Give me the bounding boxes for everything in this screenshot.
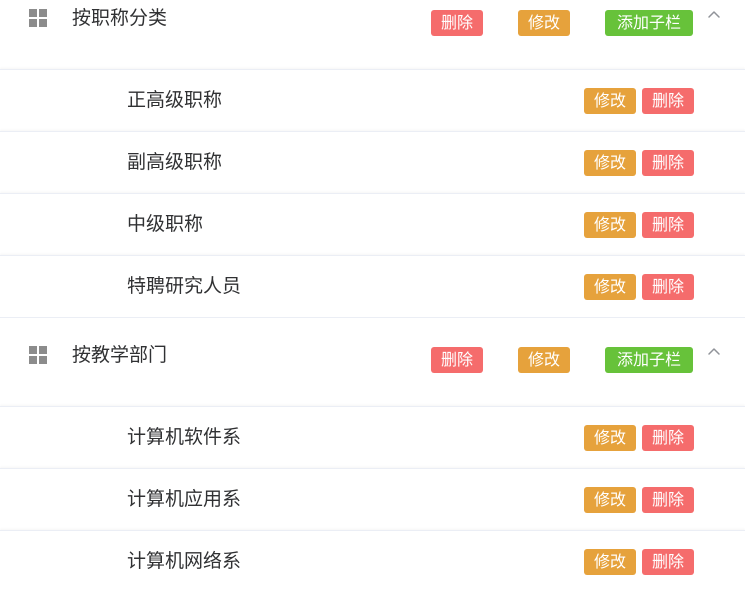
chevron-up-icon[interactable] [707, 346, 721, 356]
edit-child-button[interactable]: 修改 [584, 487, 636, 513]
delete-child-button[interactable]: 删除 [642, 212, 694, 238]
delete-group-button[interactable]: 删除 [431, 10, 483, 36]
group-title: 按教学部门 [72, 344, 168, 366]
add-child-button[interactable]: 添加子栏 [605, 10, 693, 36]
grid-icon [29, 346, 47, 364]
child-label: 计算机网络系 [127, 550, 242, 572]
edit-group-button[interactable]: 修改 [518, 347, 570, 373]
child-label: 计算机应用系 [127, 488, 242, 510]
delete-child-button[interactable]: 删除 [642, 487, 694, 513]
child-label: 副高级职称 [127, 151, 223, 173]
edit-child-button[interactable]: 修改 [584, 150, 636, 176]
edit-child-button[interactable]: 修改 [584, 212, 636, 238]
group-header[interactable]: 按教学部门 删除 修改 添加子栏 [0, 317, 745, 406]
group-title: 按职称分类 [72, 7, 168, 29]
chevron-up-icon[interactable] [707, 9, 721, 19]
child-label: 正高级职称 [127, 89, 223, 111]
delete-child-button[interactable]: 删除 [642, 425, 694, 451]
edit-child-button[interactable]: 修改 [584, 425, 636, 451]
child-label: 特聘研究人员 [127, 275, 242, 297]
list-item: 正高级职称 修改 删除 [0, 69, 745, 131]
edit-child-button[interactable]: 修改 [584, 88, 636, 114]
edit-child-button[interactable]: 修改 [584, 549, 636, 575]
delete-child-button[interactable]: 删除 [642, 88, 694, 114]
list-item: 计算机网络系 修改 删除 [0, 530, 745, 590]
edit-child-button[interactable]: 修改 [584, 274, 636, 300]
edit-group-button[interactable]: 修改 [518, 10, 570, 36]
group-header[interactable]: 按职称分类 删除 修改 添加子栏 [0, 0, 745, 68]
delete-child-button[interactable]: 删除 [642, 549, 694, 575]
grid-icon [29, 9, 47, 27]
child-label: 中级职称 [127, 213, 204, 235]
delete-child-button[interactable]: 删除 [642, 274, 694, 300]
list-item: 中级职称 修改 删除 [0, 193, 745, 255]
delete-group-button[interactable]: 删除 [431, 347, 483, 373]
list-item: 特聘研究人员 修改 删除 [0, 255, 745, 317]
list-item: 计算机软件系 修改 删除 [0, 406, 745, 468]
add-child-button[interactable]: 添加子栏 [605, 347, 693, 373]
list-item: 副高级职称 修改 删除 [0, 131, 745, 193]
list-item: 计算机应用系 修改 删除 [0, 468, 745, 530]
category-tree: 按职称分类 删除 修改 添加子栏 正高级职称 修改 删除 副高级职称 修改 删除… [0, 0, 745, 590]
delete-child-button[interactable]: 删除 [642, 150, 694, 176]
child-label: 计算机软件系 [127, 426, 242, 448]
